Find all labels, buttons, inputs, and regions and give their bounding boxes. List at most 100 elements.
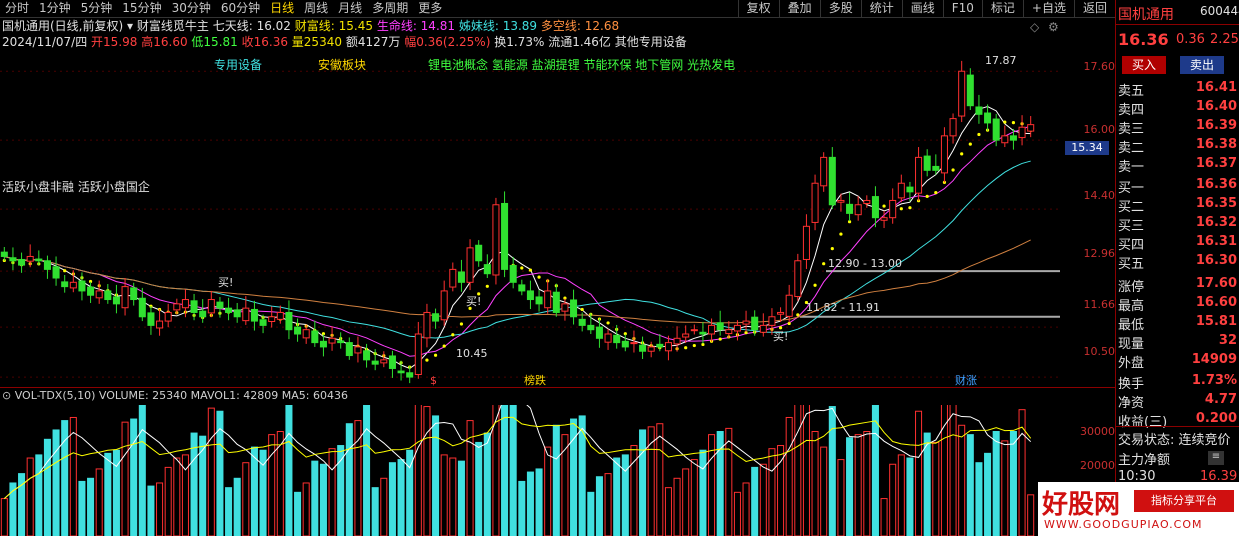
candle-body xyxy=(388,355,396,369)
dropdown-icon[interactable]: ▾ xyxy=(127,19,133,33)
sell-button[interactable]: 卖出 xyxy=(1180,56,1224,74)
candle-body xyxy=(518,284,526,292)
candle-body xyxy=(751,316,759,331)
volume-bar xyxy=(121,421,129,536)
caifu-dot xyxy=(718,337,722,341)
quote-volume: 量25340 xyxy=(291,35,342,49)
candle-body xyxy=(328,337,336,344)
candle-body xyxy=(52,266,60,279)
caifu-dot xyxy=(951,168,955,172)
candle-body xyxy=(915,156,923,194)
candle-body xyxy=(380,359,388,364)
quote-value: 16.41 xyxy=(1195,80,1237,95)
volume-bar xyxy=(837,459,845,536)
caifu-dot xyxy=(684,346,688,350)
toolbar-button[interactable]: 复权 xyxy=(737,0,779,17)
candle-body xyxy=(802,225,810,260)
volume-bar xyxy=(397,459,405,536)
toolbar-button[interactable]: F10 xyxy=(942,0,982,17)
quote-label: 买五 xyxy=(1118,257,1145,272)
stock-code: 600444 xyxy=(1200,4,1239,18)
tab-period[interactable]: 多周期 xyxy=(367,0,413,17)
menu-icon[interactable]: ≡ xyxy=(1208,451,1224,465)
stock-line: 国机通用(日线,前复权) xyxy=(2,19,124,33)
buy-button[interactable]: 买入 xyxy=(1122,56,1166,74)
y-tick: 16.00 xyxy=(1083,123,1116,136)
quote-low: 低15.81 xyxy=(191,35,238,49)
volume-bar xyxy=(449,457,457,536)
price-change: 0.36 xyxy=(1176,32,1205,47)
volume-bar xyxy=(440,454,448,536)
panel-divider xyxy=(0,387,1115,388)
quote-sector: 其他专用设备 xyxy=(614,35,687,49)
caifu-dot xyxy=(899,207,903,211)
volume-bar xyxy=(966,434,974,536)
volume-bar xyxy=(0,498,8,536)
tab-period[interactable]: 更多 xyxy=(413,0,447,17)
caifu-dot xyxy=(1011,121,1016,125)
price-range-label: 12.90 - 13.00 xyxy=(828,257,902,270)
tab-period[interactable]: 月线 xyxy=(333,0,367,17)
volume-bar xyxy=(544,446,552,536)
volume-bar xyxy=(552,424,560,536)
quote-label: 买四 xyxy=(1118,238,1145,253)
toolbar-button[interactable]: 返回 xyxy=(1073,0,1115,17)
y-tick: 11.66 xyxy=(1083,298,1116,311)
volume-bar xyxy=(699,449,707,536)
candle-body xyxy=(940,135,948,174)
candle-body xyxy=(147,312,155,326)
vol-tick: 30000 xyxy=(1080,425,1115,438)
caifu-dot xyxy=(796,313,800,317)
volume-bar xyxy=(811,431,819,536)
candle-body xyxy=(837,199,845,203)
tab-period[interactable]: 30分钟 xyxy=(167,0,216,17)
volume-bar xyxy=(733,491,741,536)
quote-row-sells: 卖五 16.41 xyxy=(1116,80,1239,99)
diamond-icon[interactable]: ◇ xyxy=(1030,20,1039,34)
quote-label: 卖四 xyxy=(1118,103,1145,118)
volume-bar xyxy=(311,460,319,536)
collapse-icon[interactable]: ⊙ xyxy=(2,389,15,402)
candle-body xyxy=(207,299,215,314)
candle-body xyxy=(173,303,181,311)
toolbar-button[interactable]: 统计 xyxy=(860,0,902,17)
tab-period[interactable]: 5分钟 xyxy=(76,0,118,17)
toolbar-button[interactable]: 叠加 xyxy=(778,0,820,17)
candle-body xyxy=(828,156,836,206)
candle-body xyxy=(311,330,319,344)
tab-period[interactable]: 15分钟 xyxy=(117,0,166,17)
volume-bar xyxy=(690,459,698,536)
quote-close: 收16.36 xyxy=(241,35,288,49)
meimei-value: 姊妹线: 13.89 xyxy=(458,19,538,33)
toolbar-button[interactable]: 多股 xyxy=(819,0,861,17)
tab-period[interactable]: 日线 xyxy=(265,0,299,17)
toolbar-button[interactable]: +自选 xyxy=(1022,0,1074,17)
indicator-name[interactable]: 财富线觅牛主 xyxy=(137,19,209,33)
quote-label: 最高 xyxy=(1118,299,1145,314)
volume-bar xyxy=(854,434,862,536)
toolbar-button[interactable]: 标记 xyxy=(981,0,1023,17)
volume-bar xyxy=(285,405,293,536)
tab-period[interactable]: 1分钟 xyxy=(34,0,76,17)
volume-bar xyxy=(742,482,750,536)
tab-period[interactable]: 分时 xyxy=(0,0,34,17)
candle-body xyxy=(768,316,776,326)
tab-period[interactable]: 周线 xyxy=(299,0,333,17)
volume-bar xyxy=(604,473,612,536)
volume-chart[interactable] xyxy=(0,405,1060,536)
candle-body xyxy=(354,346,362,354)
candle-body xyxy=(949,118,957,137)
caifu-dot xyxy=(934,191,938,195)
kline-chart[interactable]: 17.87 10.45 买! 买! 买! 12.90 - 13.00 11.82 - 11.… xyxy=(0,54,1060,390)
candle-body xyxy=(975,106,983,115)
caifu-dot xyxy=(451,333,455,337)
caifu-dot xyxy=(908,206,912,210)
toolbar-button[interactable]: 画线 xyxy=(901,0,943,17)
candle-body xyxy=(664,342,672,352)
gear-icon[interactable]: ⚙ xyxy=(1048,20,1059,34)
tab-period[interactable]: 60分钟 xyxy=(216,0,265,17)
candle-body xyxy=(0,251,8,257)
quote-float-cap: 流通1.46亿 xyxy=(548,35,611,49)
candle-body xyxy=(570,299,578,318)
quote-row-stats: 最高 16.60 xyxy=(1116,295,1239,314)
